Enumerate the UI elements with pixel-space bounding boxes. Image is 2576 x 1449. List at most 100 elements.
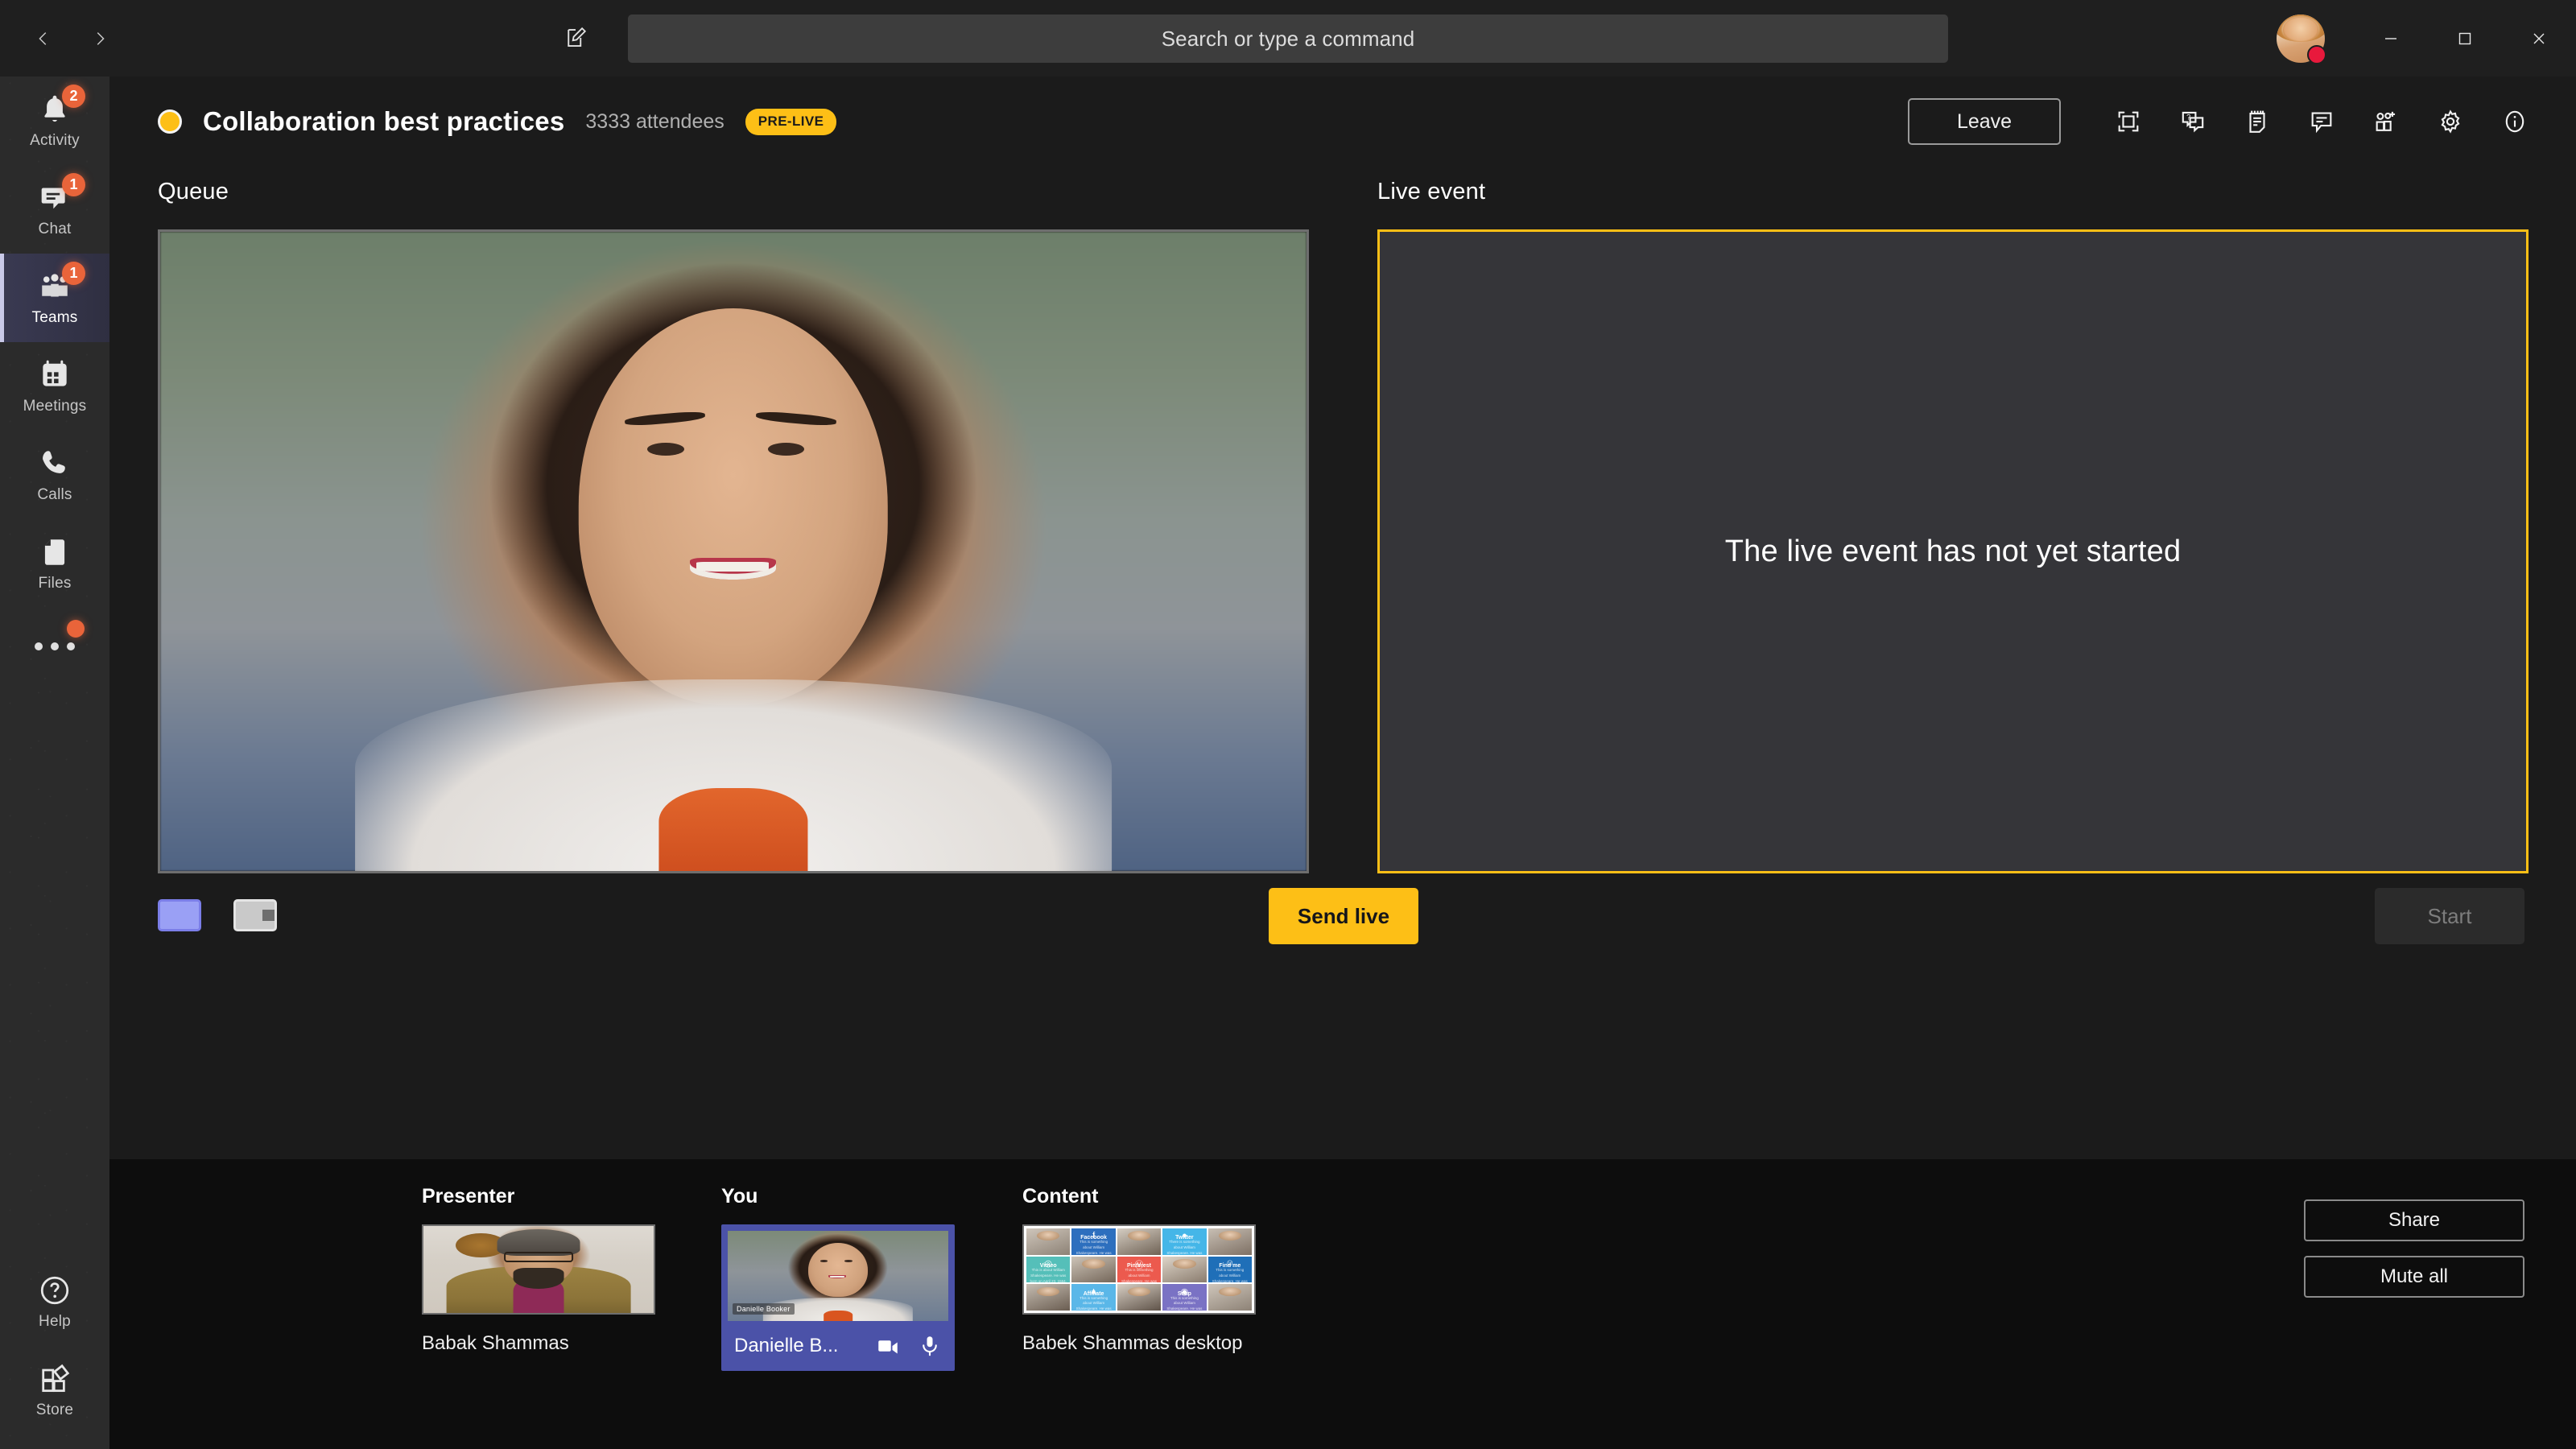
content-tile-body: There is something about William Shakesp… <box>1166 1240 1203 1255</box>
you-person-teeth <box>829 1275 844 1278</box>
layout-selector <box>158 899 277 931</box>
queue-video-preview[interactable] <box>158 229 1309 873</box>
store-icon <box>37 1361 72 1397</box>
sidebar-item-store[interactable]: Store <box>0 1346 109 1435</box>
sidebar-item-label: Teams <box>31 309 78 326</box>
content-tile: ☺ Find me This is something about Willia… <box>1208 1256 1252 1283</box>
start-button[interactable]: Start <box>2375 888 2524 944</box>
content-thumbnail[interactable]: f Facebook This is something about Willi… <box>1022 1224 1256 1315</box>
activity-badge: 2 <box>62 85 85 108</box>
content-tile: ● Twitter There is something about Willi… <box>1162 1228 1207 1255</box>
you-person-eye-right <box>844 1259 852 1262</box>
fullscreen-icon[interactable] <box>2096 93 2161 151</box>
svg-text:?: ? <box>2186 114 2190 122</box>
content-tile <box>1117 1284 1162 1311</box>
tray-caption: Content <box>1022 1185 1099 1208</box>
ellipsis-icon <box>35 620 85 650</box>
content-tile <box>1117 1228 1162 1255</box>
meeting-toolbar: Leave ? <box>1908 93 2576 151</box>
queue-person-teeth <box>696 561 770 572</box>
navigation-arrows <box>23 18 121 60</box>
presenter-name: Babak Shammas <box>422 1332 569 1354</box>
teams-icon: 1 <box>37 262 85 304</box>
presenter-beard <box>513 1267 564 1289</box>
sidebar-item-label: Help <box>39 1313 71 1330</box>
chat-bubble-icon[interactable] <box>2289 93 2354 151</box>
bell-icon: 2 <box>37 85 85 127</box>
queue-person-eye-right <box>767 443 805 456</box>
content-tile: Ⓥ Pinterest This is something about Will… <box>1117 1256 1162 1283</box>
sidebar-item-chat[interactable]: 1 Chat <box>0 165 109 254</box>
sidebar-item-more[interactable] <box>0 608 109 685</box>
sidebar-item-activity[interactable]: 2 Activity <box>0 76 109 165</box>
info-icon[interactable] <box>2483 93 2547 151</box>
chat-badge: 1 <box>62 173 85 196</box>
you-person-top <box>824 1310 852 1321</box>
microphone-icon[interactable] <box>918 1334 942 1358</box>
qna-icon[interactable]: ? <box>2161 93 2225 151</box>
camera-icon[interactable] <box>876 1334 900 1358</box>
content-tile <box>1026 1284 1071 1311</box>
content-tile <box>1162 1256 1207 1283</box>
sidebar-item-calls[interactable]: Calls <box>0 431 109 519</box>
content-tile-body: This is something about William Shakespe… <box>1075 1295 1112 1311</box>
sidebar-item-label: Meetings <box>23 398 87 415</box>
you-person-face <box>808 1242 868 1297</box>
you-person-eye-left <box>820 1259 828 1262</box>
notes-icon[interactable] <box>2225 93 2289 151</box>
search-input[interactable]: Search or type a command <box>628 14 1948 63</box>
close-button[interactable] <box>2502 0 2576 76</box>
back-button[interactable] <box>23 18 64 60</box>
app-rail: 2 Activity 1 Chat 1 Teams Meetings Calls… <box>0 76 109 1449</box>
content-tile: ◉ Snap This is something about William S… <box>1162 1284 1207 1311</box>
content-name: Babek Shammas desktop <box>1022 1332 1243 1354</box>
sidebar-item-meetings[interactable]: Meetings <box>0 342 109 431</box>
live-event-message: The live event has not yet started <box>1724 534 2182 568</box>
content-tile: ◎ Vimeo This is about William Shakespear… <box>1026 1256 1071 1283</box>
content-tile-body: This is something about William Shakespe… <box>1075 1240 1112 1255</box>
live-status-dot <box>158 109 182 134</box>
compose-icon[interactable] <box>555 18 596 58</box>
you-video: Danielle Booker <box>728 1231 948 1321</box>
tray-caption: You <box>721 1185 758 1208</box>
minimize-button[interactable] <box>2354 0 2428 76</box>
you-thumbnail-card[interactable]: Danielle Booker Danielle B... <box>721 1224 955 1371</box>
help-icon <box>37 1273 72 1308</box>
queue-label: Queue <box>158 179 229 204</box>
more-badge-dot <box>67 620 85 638</box>
teams-badge: 1 <box>62 262 85 285</box>
meeting-stage: Queue Live event Send live The live even… <box>109 167 2576 1159</box>
presence-indicator-busy <box>2307 44 2326 64</box>
you-media-controls <box>876 1334 942 1358</box>
share-button[interactable]: Share <box>2304 1199 2524 1241</box>
title-bar: Search or type a command <box>0 0 2576 76</box>
settings-gear-icon[interactable] <box>2418 93 2483 151</box>
window-controls <box>2277 0 2576 76</box>
phone-icon <box>37 446 72 481</box>
tray-column-you: You Danielle Booker Danielle B... <box>721 1185 955 1371</box>
you-video-name-overlay: Danielle Booker <box>733 1303 795 1315</box>
presenter-thumbnail[interactable] <box>422 1224 655 1315</box>
leave-button[interactable]: Leave <box>1908 98 2061 145</box>
send-live-button[interactable]: Send live <box>1269 888 1418 944</box>
add-participants-icon[interactable] <box>2354 93 2418 151</box>
avatar[interactable] <box>2277 14 2326 64</box>
content-tile <box>1026 1228 1071 1255</box>
sidebar-item-label: Files <box>38 575 72 592</box>
teams-live-event-window: Search or type a command 2 Activity 1 Ch… <box>0 0 2576 1449</box>
mute-all-button[interactable]: Mute all <box>2304 1256 2524 1298</box>
sidebar-item-label: Activity <box>30 132 80 149</box>
queue-person-top <box>658 787 808 871</box>
live-event-stage: The live event has not yet started <box>1377 229 2529 873</box>
queue-person-eye-left <box>647 443 684 456</box>
sidebar-item-help[interactable]: Help <box>0 1257 109 1346</box>
layout-split-icon[interactable] <box>233 899 277 931</box>
chat-icon: 1 <box>37 173 85 216</box>
layout-single-icon[interactable] <box>158 899 201 931</box>
forward-button[interactable] <box>79 18 121 60</box>
content-tile <box>1071 1256 1116 1283</box>
sidebar-item-label: Store <box>35 1402 74 1418</box>
sidebar-item-files[interactable]: Files <box>0 519 109 608</box>
maximize-button[interactable] <box>2428 0 2502 76</box>
sidebar-item-teams[interactable]: 1 Teams <box>0 254 109 342</box>
